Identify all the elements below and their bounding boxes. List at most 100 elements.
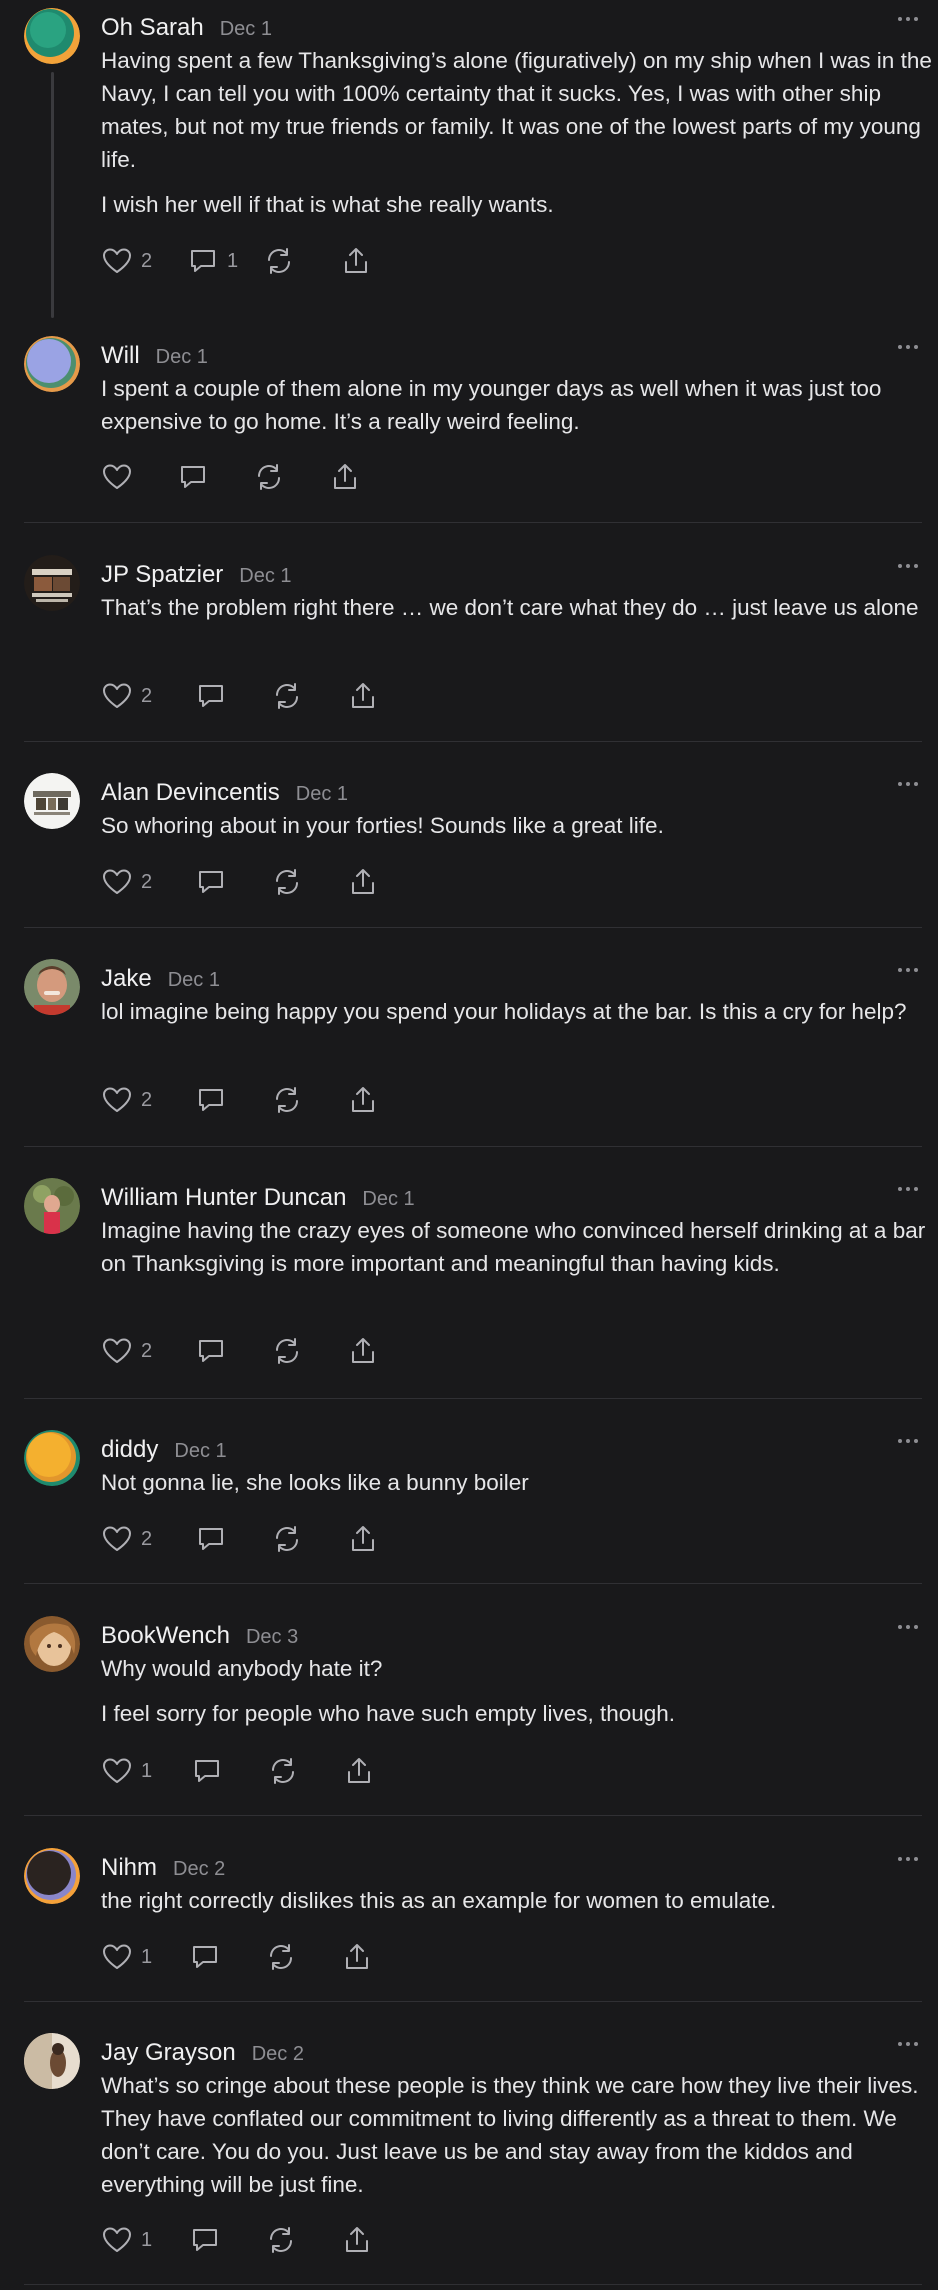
comment-paragraph: lol imagine being happy you spend your h… [101,999,907,1024]
comment: Alan Devincentis Dec 1 So whoring about … [24,773,922,895]
comment-paragraph: I spent a couple of them alone in my you… [101,376,882,434]
author-name[interactable]: Alan Devincentis [101,779,280,807]
comment-date[interactable]: Dec 2 [173,1858,225,1881]
reply-button[interactable] [191,1754,223,1788]
restack-button[interactable] [253,460,285,494]
author-name[interactable]: JP Spatzier [101,561,223,589]
like-button[interactable]: 2 [101,865,152,899]
comment-paragraph: What’s so cringe about these people is t… [101,2073,919,2197]
like-button[interactable]: 1 [101,1754,152,1788]
share-icon [352,1338,374,1363]
restack-button[interactable] [271,1334,303,1368]
share-button[interactable] [343,1754,375,1788]
comment-date[interactable]: Dec 1 [174,1440,226,1463]
comment-date[interactable]: Dec 1 [220,18,272,41]
more-icon[interactable] [896,1436,920,1446]
more-icon[interactable] [896,561,920,571]
comment-date[interactable]: Dec 3 [246,1626,298,1649]
reply-button[interactable] [177,460,209,494]
share-button[interactable] [347,1522,379,1556]
reply-button[interactable] [195,679,227,713]
more-icon[interactable] [896,2039,920,2049]
more-icon[interactable] [896,14,920,24]
comment-date[interactable]: Dec 1 [168,969,220,992]
share-button[interactable] [341,2223,373,2257]
avatar[interactable] [24,1178,80,1234]
reply-button[interactable] [195,1522,227,1556]
restack-button[interactable] [271,1522,303,1556]
comment-date[interactable]: Dec 1 [296,783,348,806]
avatar[interactable] [24,1848,80,1904]
comment-date[interactable]: Dec 1 [239,565,291,588]
author-name[interactable]: William Hunter Duncan [101,1184,346,1212]
more-icon[interactable] [896,1854,920,1864]
like-button[interactable]: 2 [101,244,152,278]
like-button[interactable]: 2 [101,679,152,713]
reply-button[interactable] [195,1334,227,1368]
author-name[interactable]: Nihm [101,1854,157,1882]
avatar[interactable] [24,555,80,611]
share-button[interactable] [340,244,372,278]
more-icon[interactable] [896,1184,920,1194]
avatar[interactable] [24,1616,80,1672]
author-name[interactable]: Jay Grayson [101,2039,236,2067]
avatar[interactable] [24,1430,80,1486]
like-button[interactable]: 2 [101,1334,152,1368]
reply-button[interactable] [195,865,227,899]
like-button[interactable]: 2 [101,1522,152,1556]
comment-body: lol imagine being happy you spend your h… [101,995,938,1040]
share-button[interactable] [347,1334,379,1368]
reply-button[interactable] [189,2223,221,2257]
restack-button[interactable] [265,1940,297,1974]
author-name[interactable]: Jake [101,965,152,993]
like-button[interactable]: 2 [101,1083,152,1117]
more-icon[interactable] [896,965,920,975]
share-button[interactable] [341,1940,373,1974]
share-icon [352,1526,374,1551]
restack-button[interactable] [267,1754,299,1788]
more-icon[interactable] [896,779,920,789]
share-button[interactable] [347,865,379,899]
restack-button[interactable] [271,1083,303,1117]
like-button[interactable]: 1 [101,2223,152,2257]
avatar[interactable] [24,959,80,1015]
avatar[interactable] [24,336,80,392]
comment-date[interactable]: Dec 1 [156,346,208,369]
avatar[interactable] [24,2033,80,2089]
comment-body: Why would anybody hate it? I feel sorry … [101,1652,938,1742]
comment-header: Nihm Dec 2 [101,1854,225,1882]
restack-icon [276,869,298,895]
restack-button[interactable] [263,244,295,278]
reply-button[interactable] [189,1940,221,1974]
comment-date[interactable]: Dec 2 [252,2043,304,2066]
like-button[interactable] [101,460,133,494]
like-count: 2 [141,1339,153,1362]
comment: diddy Dec 1 Not gonna lie, she looks lik… [24,1430,922,1552]
restack-icon [276,1087,298,1113]
restack-button[interactable] [265,2223,297,2257]
like-button[interactable]: 1 [101,1940,152,1974]
restack-icon [270,1944,292,1970]
comment-date[interactable]: Dec 1 [362,1188,414,1211]
restack-button[interactable] [271,679,303,713]
more-icon[interactable] [896,342,920,352]
share-button[interactable] [347,1083,379,1117]
reply-button[interactable] [195,1083,227,1117]
share-button[interactable] [347,679,379,713]
comment-icon [193,1946,217,1968]
comment-icon [199,1528,223,1550]
author-name[interactable]: Will [101,342,140,370]
reply-button[interactable]: 1 [187,244,238,278]
share-button[interactable] [329,460,361,494]
avatar[interactable] [24,8,80,64]
restack-icon [276,683,298,709]
comment-icon [193,2229,217,2251]
restack-button[interactable] [271,865,303,899]
heart-icon [103,1087,131,1112]
avatar[interactable] [24,773,80,829]
author-name[interactable]: Oh Sarah [101,14,204,42]
share-icon [346,2227,368,2252]
more-icon[interactable] [896,1622,920,1632]
author-name[interactable]: BookWench [101,1622,230,1650]
author-name[interactable]: diddy [101,1436,158,1464]
